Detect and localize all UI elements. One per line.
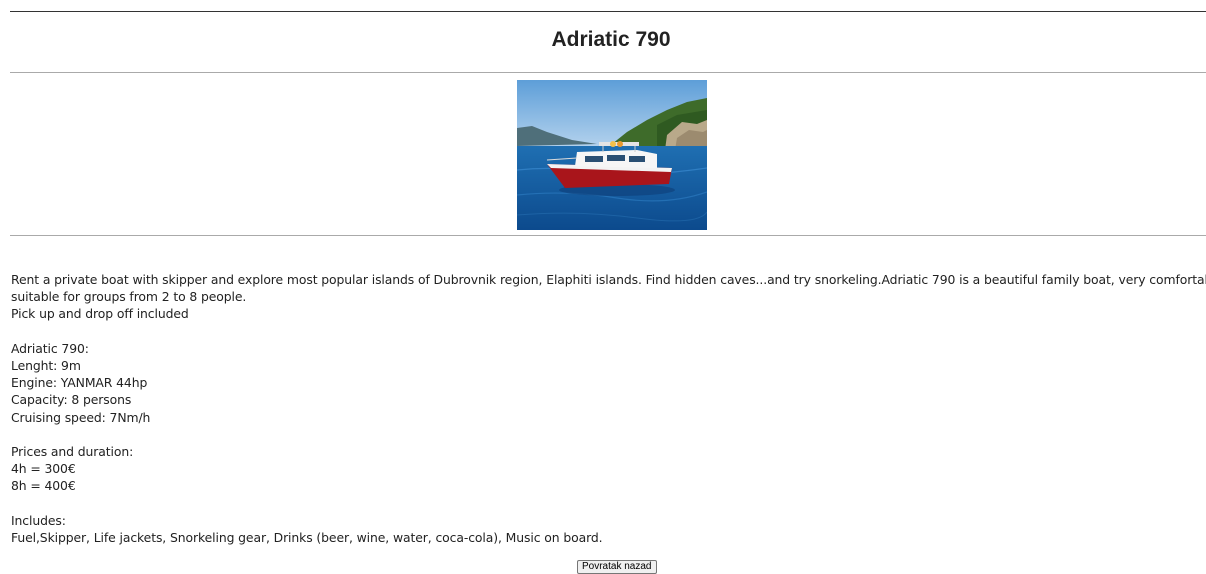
prices-heading: Prices and duration: — [11, 444, 134, 459]
spec-speed: Cruising speed: 7Nm/h — [11, 409, 151, 425]
specs-heading: Adriatic 790: — [11, 340, 89, 356]
boat-photo — [517, 80, 707, 230]
boat-description: Rent a private boat with skipper and exp… — [11, 271, 1206, 546]
spec-engine: Engine: YANMAR 44hp — [11, 375, 148, 391]
intro-line: suitable for groups from 2 to 8 people. — [11, 289, 247, 305]
intro-line: Pick up and drop off included — [11, 306, 189, 322]
includes-list: Fuel,Skipper, Life jackets, Snorkeling g… — [11, 530, 603, 545]
price-4h: 4h = 300€ — [11, 461, 76, 477]
intro-line: Rent a private boat with skipper and exp… — [11, 272, 1206, 287]
top-divider — [10, 11, 1206, 12]
title-divider — [10, 72, 1206, 73]
spec-capacity: Capacity: 8 persons — [11, 392, 132, 408]
page-title: Adriatic 790 — [551, 28, 671, 51]
price-8h: 8h = 400€ — [11, 478, 76, 494]
image-divider — [10, 235, 1206, 236]
includes-heading: Includes: — [11, 512, 66, 528]
spec-length: Lenght: 9m — [11, 358, 81, 373]
